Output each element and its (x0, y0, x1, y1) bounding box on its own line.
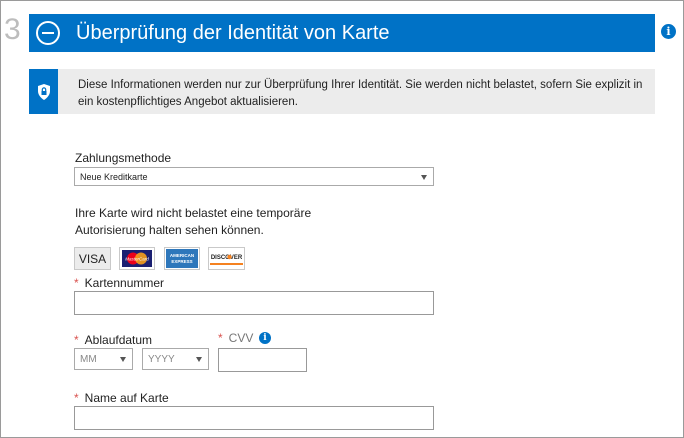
notice-text: Diese Informationen werden nur zur Überp… (78, 79, 643, 108)
mastercard-mark: MasterCard (122, 250, 152, 267)
amex-mark: AMERICAN EXPRESS (166, 249, 198, 268)
minus-circle-icon[interactable] (36, 21, 60, 45)
card-number-label-text: Kartennummer (84, 276, 165, 290)
expiry-year-value: YYYY (148, 353, 175, 365)
visa-logo: VISA (74, 247, 111, 270)
required-mark: * (74, 391, 79, 405)
cvv-input[interactable] (218, 348, 307, 372)
svg-text:MasterCard: MasterCard (125, 257, 149, 262)
expiry-label: * Ablaufdatum (74, 333, 152, 347)
expiry-month-value: MM (80, 353, 97, 365)
name-on-card-input[interactable] (74, 406, 434, 430)
cvv-label-text: CVV (228, 331, 254, 345)
svg-text:DISCOVER: DISCOVER (211, 255, 243, 261)
discover-logo: DISCOVER (208, 247, 245, 270)
discover-mark: DISCOVER (210, 249, 243, 268)
svg-text:EXPRESS: EXPRESS (171, 259, 192, 264)
mastercard-logo: MasterCard (119, 247, 155, 270)
info-icon[interactable]: i (661, 24, 676, 39)
name-on-card-label-text: Name auf Karte (84, 391, 169, 405)
required-mark: * (74, 276, 79, 290)
svg-text:AMERICAN: AMERICAN (170, 253, 194, 258)
expiry-month-select[interactable]: MM (74, 348, 133, 370)
payment-method-value: Neue Kreditkarte (80, 171, 148, 182)
required-mark: * (218, 331, 223, 345)
shield-lock-icon (37, 83, 50, 100)
payment-method-label: Zahlungsmethode (75, 151, 172, 165)
card-number-label: * Kartennummer (74, 276, 164, 290)
section-title: Überprüfung der Identität von Karte (76, 21, 390, 44)
section-header: Überprüfung der Identität von Karte (29, 14, 655, 52)
cvv-label: * CVV (218, 331, 253, 345)
card-info-line-2: Autorisierung halten sehen können. (75, 223, 264, 237)
step-number: 3 (4, 13, 21, 46)
chevron-down-icon (120, 357, 126, 362)
expiry-label-text: Ablaufdatum (84, 333, 153, 347)
amex-logo: AMERICAN EXPRESS (164, 247, 200, 270)
notice-badge (29, 69, 58, 114)
notice-banner: Diese Informationen werden nur zur Überp… (29, 69, 655, 114)
cvv-info-icon[interactable]: i (259, 332, 271, 344)
card-info-text: Ihre Karte wird nicht belastet eine temp… (75, 205, 311, 239)
name-on-card-label: * Name auf Karte (74, 391, 169, 405)
chevron-down-icon (196, 357, 202, 362)
card-number-input[interactable] (74, 291, 434, 315)
required-mark: * (74, 333, 79, 347)
chevron-down-icon (421, 174, 427, 180)
expiry-year-select[interactable]: YYYY (142, 348, 209, 370)
card-info-line-1: Ihre Karte wird nicht belastet eine temp… (75, 206, 312, 220)
visa-logo-text: VISA (78, 251, 107, 266)
payment-method-select[interactable]: Neue Kreditkarte (74, 167, 434, 186)
